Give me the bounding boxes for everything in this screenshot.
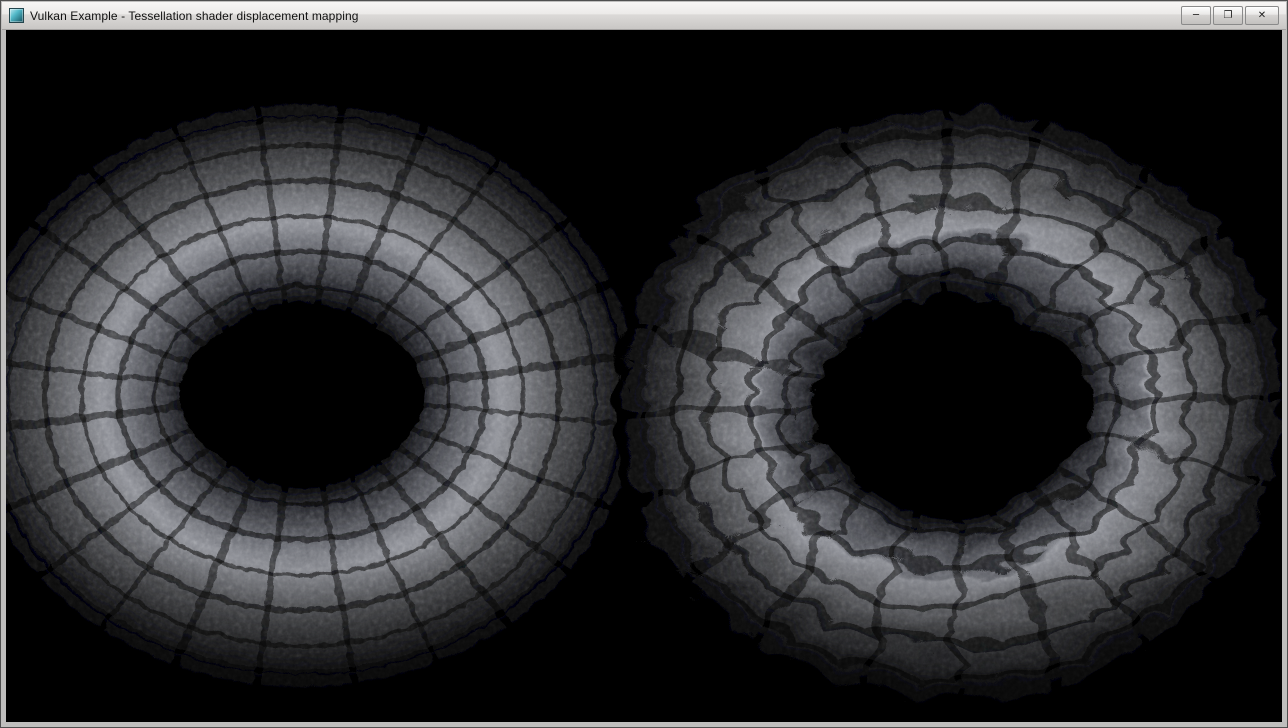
render-viewport[interactable] — [6, 30, 1282, 722]
close-button[interactable]: ✕ — [1245, 6, 1279, 25]
app-window: Vulkan Example - Tessellation shader dis… — [0, 0, 1288, 728]
titlebar[interactable]: Vulkan Example - Tessellation shader dis… — [2, 2, 1286, 30]
minimize-button[interactable]: ─ — [1181, 6, 1211, 25]
maximize-button[interactable]: ❐ — [1213, 6, 1243, 25]
app-icon — [9, 8, 24, 23]
window-controls: ─ ❐ ✕ — [1181, 6, 1279, 25]
window-title: Vulkan Example - Tessellation shader dis… — [30, 9, 359, 23]
render-canvas[interactable] — [6, 30, 1282, 722]
